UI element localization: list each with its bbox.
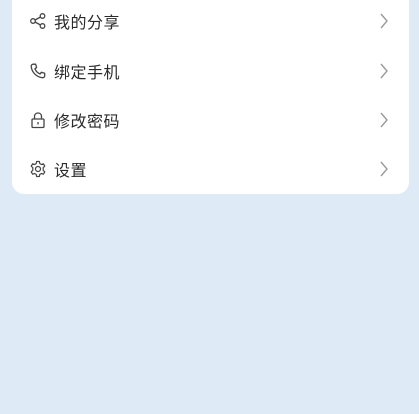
gear-icon xyxy=(29,160,47,178)
menu-item-settings[interactable]: 设置 xyxy=(12,144,409,193)
chevron-right-icon xyxy=(377,111,391,129)
share-icon xyxy=(29,12,47,30)
phone-icon xyxy=(29,62,47,80)
lock-icon xyxy=(29,111,47,129)
menu-card: 我的分享 绑定手机 修改密码 设置 xyxy=(12,0,409,194)
chevron-right-icon xyxy=(377,62,391,80)
menu-item-label: 修改密码 xyxy=(54,111,121,131)
menu-item-bind-phone[interactable]: 绑定手机 xyxy=(12,46,409,95)
menu-item-my-shares[interactable]: 我的分享 xyxy=(12,0,409,45)
menu-item-change-password[interactable]: 修改密码 xyxy=(12,95,409,144)
menu-item-label: 设置 xyxy=(54,160,88,180)
menu-item-label: 我的分享 xyxy=(54,12,121,32)
chevron-right-icon xyxy=(377,160,391,178)
menu-item-label: 绑定手机 xyxy=(54,62,121,82)
chevron-right-icon xyxy=(377,12,391,30)
